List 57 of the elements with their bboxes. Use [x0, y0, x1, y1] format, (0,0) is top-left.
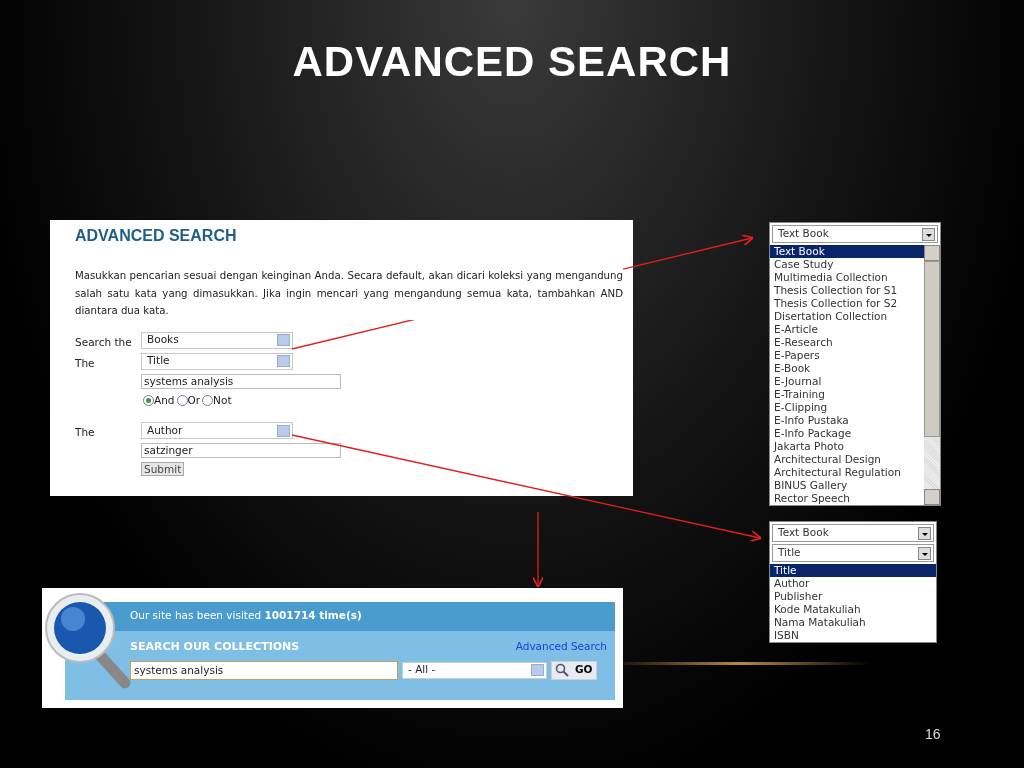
list-option[interactable]: E-Papers — [770, 349, 924, 362]
slide-title: ADVANCED SEARCH — [292, 38, 732, 85]
list-option[interactable]: Architectural Design — [770, 453, 924, 466]
select-dropdown[interactable]: Text Book — [772, 524, 934, 542]
list-option[interactable]: Text Book — [770, 245, 924, 258]
select-dropdown[interactable]: Books — [141, 331, 293, 349]
list-option[interactable]: E-Info Pustaka — [770, 414, 924, 427]
search-heading: SEARCH OUR COLLECTIONS — [130, 639, 300, 655]
text-input-field[interactable]: satzinger — [141, 443, 341, 459]
list-option[interactable]: E-Training — [770, 388, 924, 401]
magnifier-icon — [45, 593, 131, 689]
list-option[interactable]: Title — [770, 564, 936, 577]
list-option[interactable]: E-Book — [770, 362, 924, 375]
list-option[interactable]: Publisher — [770, 590, 936, 603]
category-select[interactable]: - All - — [402, 661, 547, 679]
field-label: Search the — [75, 334, 133, 350]
select-dropdown[interactable]: Title — [141, 352, 293, 370]
radio-label: Or — [187, 392, 201, 408]
list-option[interactable]: Thesis Collection for S2 — [770, 297, 924, 310]
list-option[interactable]: BINUS Gallery — [770, 479, 924, 492]
list-option[interactable]: ISBN — [770, 629, 936, 642]
radio-label: Not — [213, 392, 232, 408]
list-option[interactable]: Disertation Collection — [770, 310, 924, 323]
list-option[interactable]: Architectural Regulation — [770, 466, 924, 479]
field-label: The — [75, 355, 96, 371]
list-option[interactable]: E-Article — [770, 323, 924, 336]
list-option[interactable]: E-Clipping — [770, 401, 924, 414]
list-option[interactable]: Case Study — [770, 258, 924, 271]
description-text: Masukkan pencarian sesuai dengan keinginan Anda. Secara default, akan dicari koleksi yang mengandung salah satu kata yang dimasukkan. Jika ingin mencari yang mengandung semua kata, tambahkan AND diantara dua kata. — [75, 267, 623, 320]
text-input-field[interactable]: systems analysis — [141, 373, 341, 389]
select-dropdown[interactable]: Author — [141, 422, 293, 440]
list-option[interactable]: Rector Speech — [770, 492, 924, 505]
page-number: 16 — [925, 725, 941, 744]
field-label: The — [75, 425, 96, 441]
radio-button[interactable] — [176, 395, 188, 407]
radio-button[interactable] — [202, 395, 214, 407]
advanced-search-link[interactable]: Advanced Search — [515, 639, 607, 656]
select-dropdown[interactable]: Text Book — [772, 225, 938, 243]
form-heading: ADVANCED SEARCH — [75, 226, 238, 246]
list-option[interactable]: E-Info Package — [770, 427, 924, 440]
select-dropdown[interactable]: Title — [772, 544, 934, 562]
list-option[interactable]: Nama Matakuliah — [770, 616, 936, 629]
list-option[interactable]: Kode Matakuliah — [770, 603, 936, 616]
radio-button[interactable] — [143, 395, 154, 407]
go-button[interactable]: GO — [551, 660, 597, 680]
search-icon — [555, 663, 569, 677]
scrollbar[interactable] — [924, 245, 940, 505]
list-option[interactable]: E-Journal — [770, 375, 924, 388]
list-option[interactable]: Author — [770, 577, 936, 590]
list-option[interactable]: Multimedia Collection — [770, 271, 924, 284]
list-option[interactable]: Thesis Collection for S1 — [770, 284, 924, 297]
list-option[interactable]: E-Research — [770, 336, 924, 349]
visit-counter-text: Our site has been visited 1001714 time(s) — [130, 609, 362, 621]
radio-label: And — [154, 392, 175, 408]
submit-button[interactable]: Submit — [141, 462, 185, 477]
search-input-field[interactable]: systems analysis — [130, 660, 398, 680]
list-option[interactable]: Jakarta Photo — [770, 440, 924, 453]
